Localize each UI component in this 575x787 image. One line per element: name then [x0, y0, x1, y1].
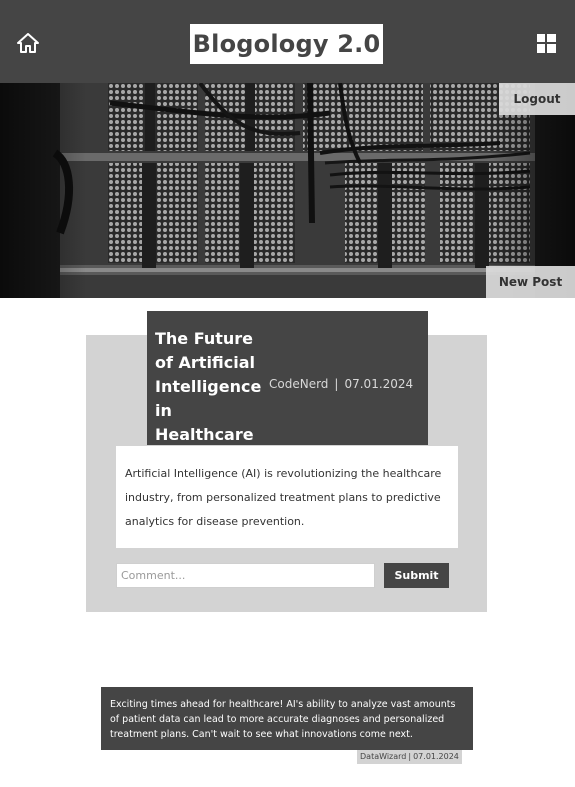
post-date: 07.01.2024 — [344, 377, 414, 391]
post-title: The Future of Artificial Intelligence in… — [155, 329, 262, 444]
post-meta: CodeNerd | 07.01.2024 — [269, 375, 413, 393]
comment-date: 07.01.2024 — [413, 752, 459, 761]
new-post-button[interactable]: New Post — [486, 266, 575, 298]
post-author: CodeNerd — [269, 377, 329, 391]
post-meta-separator: | — [334, 377, 339, 391]
submit-button[interactable]: Submit — [384, 563, 449, 588]
comment-meta: DataWizard | 07.01.2024 — [357, 750, 462, 764]
home-icon[interactable] — [17, 33, 39, 53]
comment-author: DataWizard — [360, 752, 407, 761]
top-header: Blogology 2.0 — [0, 0, 575, 83]
logout-button[interactable]: Logout — [499, 83, 575, 115]
site-title: Blogology 2.0 — [190, 24, 383, 64]
grid-icon[interactable] — [537, 34, 556, 53]
post-body: Artificial Intelligence (AI) is revoluti… — [116, 446, 458, 548]
post-header: The Future of Artificial Intelligence in… — [147, 311, 428, 445]
comment-meta-separator: | — [408, 752, 412, 761]
comment-item: Exciting times ahead for healthcare! AI'… — [101, 687, 473, 750]
comment-input[interactable] — [116, 563, 375, 588]
